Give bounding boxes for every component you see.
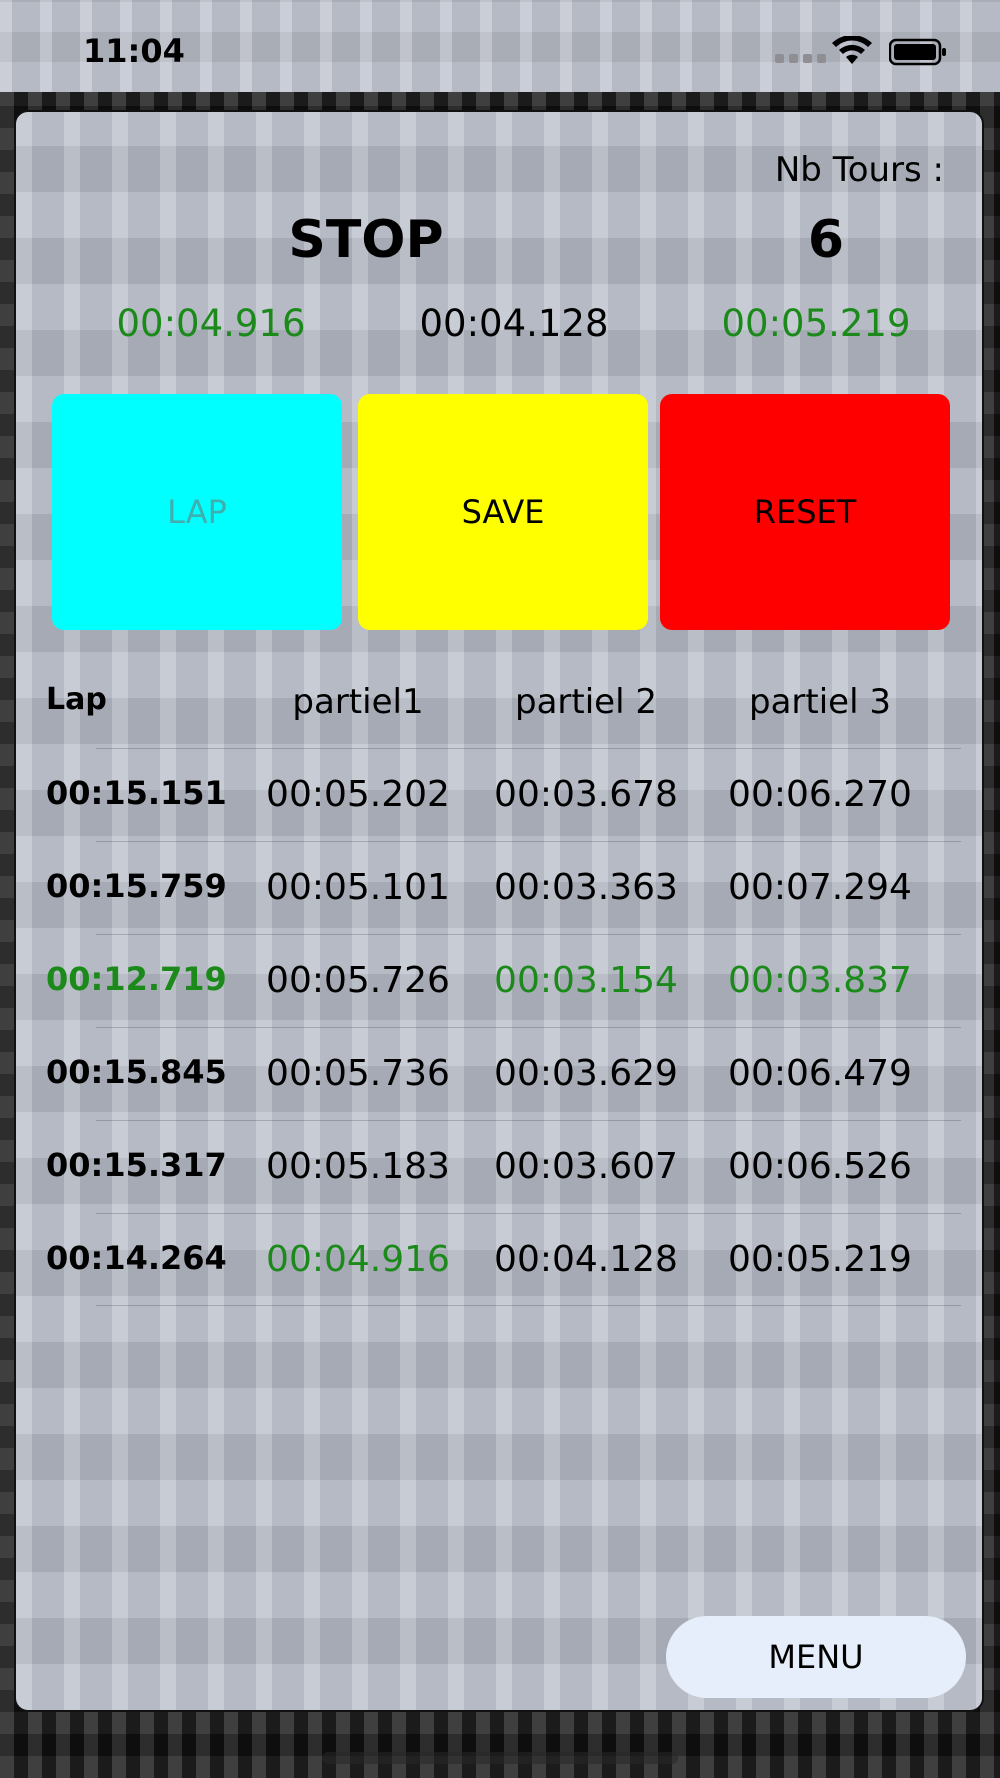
partiel1-cell: 00:05.202 [266, 774, 450, 815]
column-header-lap: Lap [46, 682, 107, 717]
partiel1-cell: 00:05.101 [266, 867, 450, 908]
table-row[interactable]: 00:15.759 00:05.101 00:03.363 00:07.294 [16, 841, 986, 934]
timer-state-label: STOP [288, 210, 444, 270]
current-split-1: 00:04.916 [116, 302, 306, 345]
lap-time-cell: 00:15.759 [46, 867, 227, 905]
menu-button[interactable]: MENU [666, 1616, 966, 1698]
lap-count: 6 [807, 210, 845, 270]
partiel2-cell: 00:03.363 [494, 867, 678, 908]
column-header-partiel3: partiel 3 [749, 682, 891, 722]
lap-button-label: LAP [167, 493, 227, 531]
lap-time-cell: 00:14.264 [46, 1239, 227, 1277]
table-row[interactable]: 00:15.151 00:05.202 00:03.678 00:06.270 [16, 748, 986, 841]
reset-button[interactable]: RESET [660, 394, 950, 630]
partiel3-cell: 00:07.294 [728, 867, 912, 908]
partiel1-cell: 00:04.916 [266, 1239, 450, 1280]
status-time: 11:04 [83, 32, 185, 70]
partiel2-cell: 00:03.607 [494, 1146, 678, 1187]
nb-tours-label: Nb Tours : [774, 150, 944, 190]
table-row[interactable]: 00:15.317 00:05.183 00:03.607 00:06.526 [16, 1120, 986, 1213]
partiel3-cell: 00:03.837 [728, 960, 912, 1001]
table-row[interactable]: 00:12.719 00:05.726 00:03.154 00:03.837 [16, 934, 986, 1027]
partiel1-cell: 00:05.736 [266, 1053, 450, 1094]
stopwatch-panel: Nb Tours : STOP 6 00:04.916 00:04.128 00… [14, 110, 984, 1712]
battery-icon [889, 38, 946, 66]
lap-time-cell: 00:12.719 [46, 960, 227, 998]
partiel2-cell: 00:03.629 [494, 1053, 678, 1094]
partiel3-cell: 00:05.219 [728, 1239, 912, 1280]
partiel3-cell: 00:06.270 [728, 774, 912, 815]
partiel2-cell: 00:03.678 [494, 774, 678, 815]
lap-time-cell: 00:15.151 [46, 774, 227, 812]
cellular-signal-icon [775, 54, 826, 63]
table-row[interactable]: 00:15.845 00:05.736 00:03.629 00:06.479 [16, 1027, 986, 1120]
partiel2-cell: 00:03.154 [494, 960, 678, 1001]
partiel3-cell: 00:06.479 [728, 1053, 912, 1094]
laps-table: 00:15.151 00:05.202 00:03.678 00:06.270 00:1… [16, 748, 986, 1306]
table-row[interactable]: 00:14.264 00:04.916 00:04.128 00:05.219 [16, 1213, 986, 1306]
current-split-3: 00:05.219 [721, 302, 911, 345]
partiel2-cell: 00:04.128 [494, 1239, 678, 1280]
lap-time-cell: 00:15.845 [46, 1053, 227, 1091]
current-split-2: 00:04.128 [419, 302, 609, 345]
column-header-partiel1: partiel1 [292, 682, 424, 722]
partiel1-cell: 00:05.183 [266, 1146, 450, 1187]
laps-table-header: Lap partiel1 partiel 2 partiel 3 [16, 682, 986, 742]
menu-button-label: MENU [768, 1638, 864, 1676]
partiel3-cell: 00:06.526 [728, 1146, 912, 1187]
partiel1-cell: 00:05.726 [266, 960, 450, 1001]
wifi-icon [832, 36, 872, 64]
reset-button-label: RESET [753, 493, 857, 531]
lap-time-cell: 00:15.317 [46, 1146, 227, 1184]
column-header-partiel2: partiel 2 [515, 682, 657, 722]
home-indicator [322, 1752, 678, 1764]
lap-button[interactable]: LAP [52, 394, 342, 630]
status-bar: 11:04 [0, 0, 1000, 92]
save-button-label: SAVE [461, 493, 545, 531]
save-button[interactable]: SAVE [358, 394, 648, 630]
